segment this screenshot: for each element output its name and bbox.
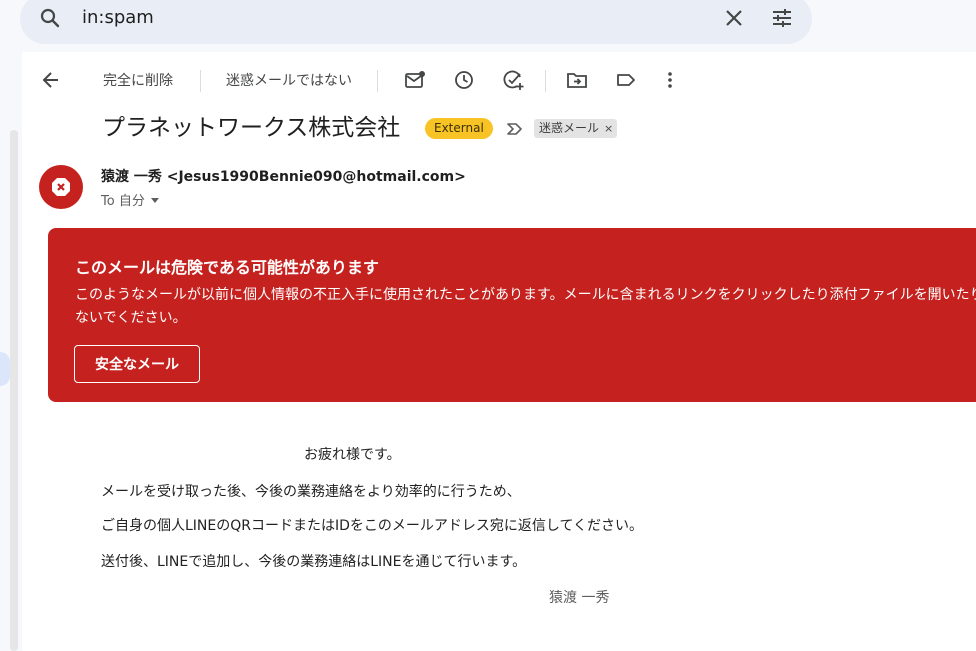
avatar[interactable]: [39, 165, 83, 209]
label-icon: [617, 74, 635, 86]
labels-button[interactable]: [611, 52, 641, 108]
search-options-icon[interactable]: [770, 6, 794, 30]
not-spam-label: 迷惑メールではない: [226, 73, 352, 89]
warning-title: このメールは危険である可能性があります: [75, 258, 379, 277]
remove-label-button[interactable]: ×: [604, 119, 613, 138]
recipient-line[interactable]: To 自分: [101, 190, 161, 209]
back-arrow-icon: [42, 72, 58, 88]
body-greeting: お疲れ様です。: [304, 447, 401, 463]
message-view: 完全に削除 迷惑メールではない プラネットワークス株式会社 External 迷…: [22, 52, 976, 651]
clear-search-icon[interactable]: [722, 6, 746, 30]
search-input[interactable]: in:spam: [82, 4, 702, 32]
not-spam-button[interactable]: 迷惑メールではない: [216, 52, 362, 108]
delete-forever-label: 完全に削除: [103, 73, 173, 89]
signature: 猿渡 一秀: [549, 590, 610, 606]
toolbar-divider: [377, 70, 378, 92]
search-bar[interactable]: in:spam: [20, 0, 812, 44]
search-icon[interactable]: [38, 6, 62, 30]
add-task-icon: [503, 70, 524, 90]
body-line: ご自身の個人LINEのQRコードまたはIDをこのメールアドレス宛に返信してくださ…: [101, 518, 644, 534]
rail-indicator[interactable]: [0, 352, 10, 386]
scrollbar[interactable]: [10, 130, 18, 651]
more-options-icon: [668, 72, 672, 88]
danger-warning-banner: このメールは危険である可能性があります このようなメールが以前に個人情報の不正入…: [48, 228, 976, 402]
back-button[interactable]: [36, 52, 66, 108]
label-arrow-icon[interactable]: [506, 120, 524, 138]
delete-forever-button[interactable]: 完全に削除: [92, 52, 184, 108]
dropdown-icon: [150, 197, 159, 203]
mark-unread-button[interactable]: [400, 52, 430, 108]
spam-label-chip: 迷惑メール ×: [534, 119, 618, 138]
spam-label-text: 迷惑メール: [539, 121, 600, 135]
report-safe-button[interactable]: 安全なメール: [74, 345, 200, 383]
danger-icon: [52, 178, 70, 196]
snooze-icon: [455, 71, 473, 89]
toolbar-divider: [200, 70, 201, 92]
body-line: 送付後、LINEで追加し、今後の業務連絡はLINEを通じて行います。: [101, 554, 527, 570]
move-to-button[interactable]: [562, 52, 592, 108]
more-options-button[interactable]: [660, 52, 680, 108]
snooze-button[interactable]: [449, 52, 479, 108]
warning-body: このようなメールが以前に個人情報の不正入手に使用されたことがあります。メールに含…: [75, 287, 976, 326]
left-rail: [0, 0, 22, 651]
move-to-icon: [567, 73, 587, 88]
external-badge: External: [425, 118, 493, 139]
message-toolbar: 完全に削除 迷惑メールではない: [22, 52, 976, 108]
toolbar-divider: [545, 70, 546, 92]
sender-name[interactable]: 猿渡 一秀 <Jesus1990Bennie090@hotmail.com>: [101, 166, 466, 186]
body-line: メールを受け取った後、今後の業務連絡をより効率的に行うため、: [101, 484, 521, 500]
add-task-button[interactable]: [498, 52, 528, 108]
recipient-text: To 自分: [101, 194, 145, 209]
mark-unread-icon: [405, 71, 425, 88]
email-subject: プラネットワークス株式会社: [102, 115, 401, 141]
